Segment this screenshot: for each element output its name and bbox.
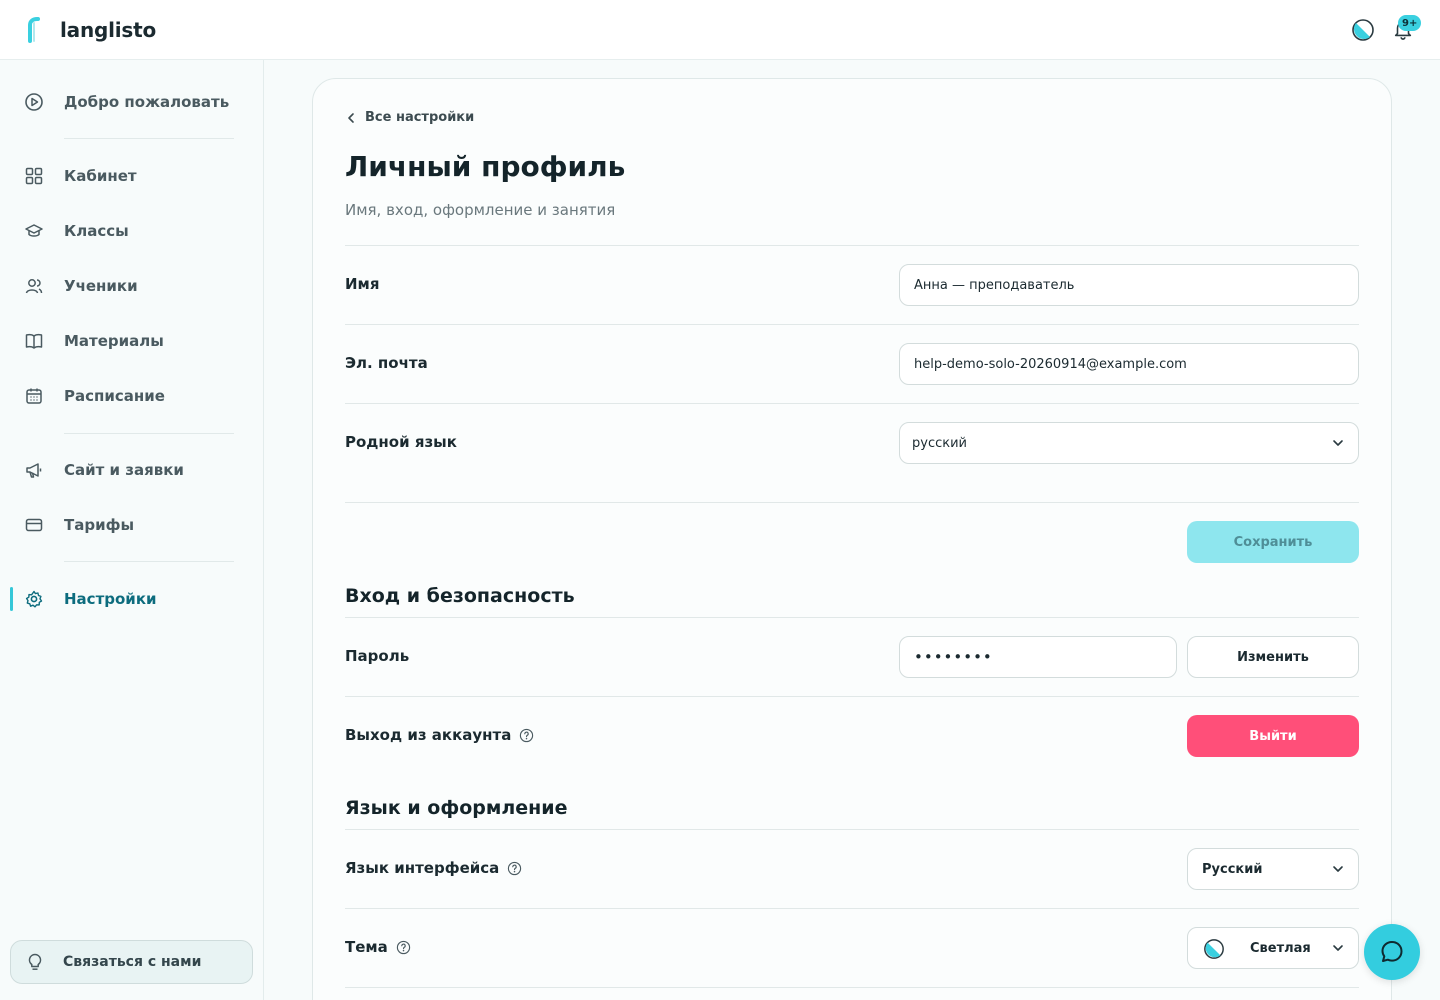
divider [345, 908, 1359, 909]
back-to-settings-link[interactable]: Все настройки [345, 110, 474, 125]
sidebar-item-label: Классы [64, 222, 129, 240]
sidebar-item-dashboard[interactable]: Кабинет [0, 156, 264, 196]
sidebar-item-label: Сайт и заявки [64, 461, 184, 479]
sidebar-item-label: Ученики [64, 277, 138, 295]
divider [345, 987, 1359, 988]
divider [345, 617, 1359, 618]
sidebar-item-settings[interactable]: Настройки [0, 579, 264, 619]
megaphone-icon [26, 463, 42, 478]
chevron-down-icon [1333, 440, 1343, 446]
email-input[interactable] [899, 343, 1359, 385]
logout-label-text: Выход из аккаунта [345, 726, 512, 744]
play-circle-icon [25, 93, 43, 111]
divider [345, 324, 1359, 325]
theme-value: Светлая [1250, 940, 1311, 956]
sidebar-item-classes[interactable]: Классы [0, 211, 264, 251]
contact-us-label: Связаться с нами [63, 954, 202, 970]
sidebar-item-plans[interactable]: Тарифы [0, 505, 264, 545]
change-password-button[interactable]: Изменить [1187, 636, 1359, 678]
users-icon [25, 279, 43, 294]
sidebar-item-welcome[interactable]: Добро пожаловать [0, 82, 264, 122]
brand-name: langlisto [60, 18, 157, 42]
calendar-icon [26, 388, 42, 404]
help-circle-icon[interactable] [507, 861, 522, 876]
sidebar-item-label: Добро пожаловать [64, 93, 230, 111]
theme-label: Тема [345, 938, 411, 956]
sidebar-divider [64, 561, 234, 562]
interface-language-label: Язык интерфейса [345, 859, 522, 877]
chevron-down-icon [1333, 866, 1343, 872]
help-circle-icon[interactable] [396, 940, 411, 955]
sidebar-item-materials[interactable]: Материалы [0, 321, 264, 361]
logout-row-label: Выход из аккаунта [345, 726, 534, 744]
chat-support-button[interactable] [1364, 924, 1420, 980]
contact-us-button[interactable]: Связаться с нами [10, 940, 253, 984]
password-label: Пароль [345, 647, 410, 665]
credit-card-icon [25, 518, 43, 532]
chat-bubble-icon [1381, 941, 1403, 962]
sidebar-item-site-requests[interactable]: Сайт и заявки [0, 450, 264, 490]
gear-icon [25, 590, 43, 608]
dashboard-grid-icon [25, 167, 43, 185]
chevron-left-icon [348, 112, 354, 123]
interface-language-select[interactable]: Русский [1187, 848, 1359, 890]
name-label: Имя [345, 275, 380, 293]
security-section-title: Вход и безопасность [345, 585, 575, 607]
lightbulb-icon [28, 953, 42, 970]
back-link-label: Все настройки [365, 110, 475, 125]
password-field[interactable]: •••••••• [899, 636, 1177, 678]
password-value: •••••••• [914, 648, 993, 666]
divider [345, 829, 1359, 830]
native-language-value: русский [912, 435, 967, 451]
sidebar-divider [64, 138, 234, 139]
save-button[interactable]: Сохранить [1187, 521, 1359, 563]
sidebar-item-students[interactable]: Ученики [0, 266, 264, 306]
native-language-select[interactable]: русский [899, 422, 1359, 464]
sidebar-item-schedule[interactable]: Расписание [0, 376, 264, 416]
sidebar-item-label: Кабинет [64, 167, 137, 185]
theme-label-text: Тема [345, 938, 388, 956]
sidebar-item-label: Настройки [64, 590, 157, 608]
name-input[interactable] [899, 264, 1359, 306]
logout-button[interactable]: Выйти [1187, 715, 1359, 757]
help-circle-icon[interactable] [519, 728, 534, 743]
book-icon [25, 333, 43, 349]
theme-light-icon [1204, 939, 1224, 959]
interface-language-value: Русский [1202, 861, 1263, 877]
sidebar-item-label: Тарифы [64, 516, 135, 534]
divider [345, 502, 1359, 503]
sidebar-item-label: Расписание [64, 387, 165, 405]
notification-badge: 9+ [1398, 15, 1422, 31]
sidebar-divider [64, 433, 234, 434]
theme-toggle-icon[interactable] [1351, 18, 1375, 42]
top-bar: langlisto 9+ [0, 0, 1440, 60]
graduation-cap-icon [25, 224, 43, 237]
page-title: Личный профиль [345, 150, 626, 183]
appearance-section-title: Язык и оформление [345, 797, 568, 819]
sidebar: Добро пожаловать Кабинет Классы Ученики … [0, 60, 264, 1000]
divider [345, 245, 1359, 246]
sidebar-item-label: Материалы [64, 332, 164, 350]
logo-mark-icon [28, 17, 40, 43]
interface-language-label-text: Язык интерфейса [345, 859, 500, 877]
chevron-down-icon [1333, 945, 1343, 951]
email-label: Эл. почта [345, 354, 428, 372]
divider [345, 696, 1359, 697]
page-subtitle: Имя, вход, оформление и занятия [345, 201, 616, 219]
native-language-label: Родной язык [345, 433, 457, 451]
brand-logo[interactable]: langlisto [26, 17, 156, 43]
theme-select[interactable]: Светлая [1187, 927, 1359, 969]
divider [345, 403, 1359, 404]
